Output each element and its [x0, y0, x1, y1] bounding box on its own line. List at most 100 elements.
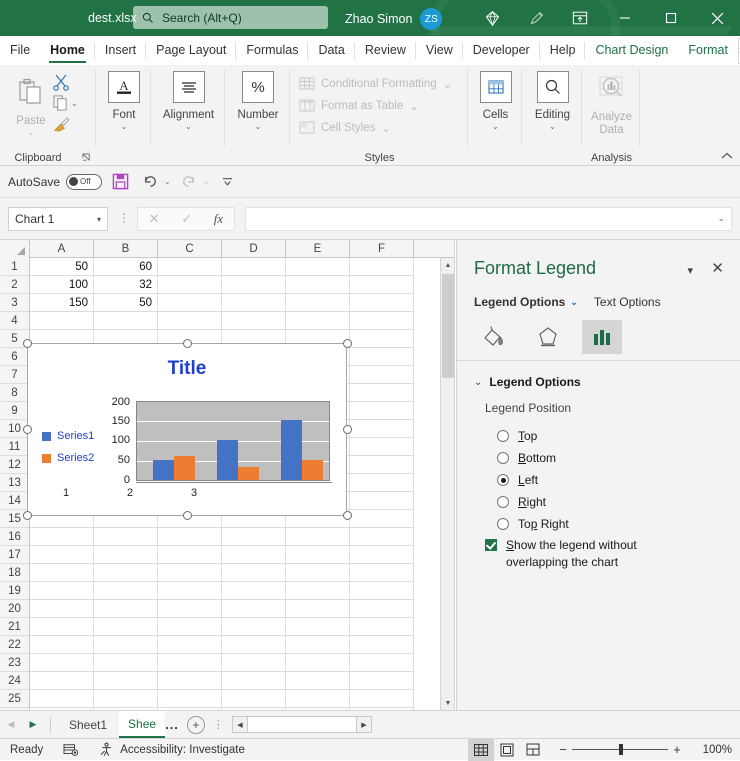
tab-format[interactable]: Format: [678, 36, 738, 65]
cell-F3[interactable]: [350, 294, 414, 312]
draw-pen-icon[interactable]: [514, 0, 558, 36]
tab-legend-options[interactable]: Legend Options ⌄: [474, 295, 578, 309]
bar-series1-cat1[interactable]: [153, 460, 174, 480]
row-header-24[interactable]: 24: [0, 672, 29, 690]
sheet-tab-overflow[interactable]: ...: [165, 717, 179, 732]
cell-B16[interactable]: [94, 528, 158, 546]
cell-A23[interactable]: [30, 654, 94, 672]
legend-options-section-header[interactable]: ⌄ Legend Options: [474, 375, 581, 389]
record-macro-button[interactable]: [53, 739, 89, 761]
tab-formulas[interactable]: Formulas: [236, 36, 309, 65]
row-header-7[interactable]: 7: [0, 366, 29, 384]
name-box[interactable]: Chart 1 ▾: [8, 207, 108, 231]
row-header-17[interactable]: 17: [0, 546, 29, 564]
column-header-c[interactable]: C: [158, 240, 222, 258]
chart-resize-handle-e[interactable]: [343, 425, 352, 434]
zoom-slider[interactable]: − +: [554, 742, 686, 757]
autosave-toggle[interactable]: Off: [66, 173, 103, 190]
maximize-button[interactable]: [648, 0, 694, 36]
radio-legend-position-left[interactable]: Left: [497, 469, 569, 491]
cell-B25[interactable]: [94, 690, 158, 708]
row-header-19[interactable]: 19: [0, 582, 29, 600]
row-header-6[interactable]: 6: [0, 348, 29, 366]
cell-C1[interactable]: [158, 258, 222, 276]
cell-D21[interactable]: [222, 618, 286, 636]
cell-F13[interactable]: [350, 474, 414, 492]
chart-object[interactable]: Title Series1 Series2 200 150 100 50 0 1…: [27, 343, 347, 516]
minimize-button[interactable]: [602, 0, 648, 36]
ribbon-display-options-icon[interactable]: [558, 0, 602, 36]
account-button[interactable]: Zhao Simon ZS: [345, 8, 443, 30]
cell-A24[interactable]: [30, 672, 94, 690]
cell-D23[interactable]: [222, 654, 286, 672]
accessibility-button[interactable]: Accessibility: Investigate: [89, 739, 255, 761]
chevron-down-icon[interactable]: ⌄: [717, 213, 725, 224]
legend-options-icon[interactable]: [582, 320, 622, 354]
chart-resize-handle-n[interactable]: [183, 339, 192, 348]
conditional-formatting-button[interactable]: Conditional Formatting ⌄: [299, 73, 452, 95]
bar-series1-cat3[interactable]: [281, 420, 302, 480]
undo-dropdown-icon[interactable]: ⌄: [164, 177, 171, 186]
cell-F10[interactable]: [350, 420, 414, 438]
row-header-13[interactable]: 13: [0, 474, 29, 492]
cell-F6[interactable]: [350, 348, 414, 366]
tab-text-options[interactable]: Text Options: [594, 295, 661, 309]
analyze-data-button[interactable]: Analyze Data: [583, 71, 640, 137]
cell-B1[interactable]: 60: [94, 258, 158, 276]
cell-C19[interactable]: [158, 582, 222, 600]
add-sheet-button[interactable]: +: [186, 715, 205, 734]
cell-F23[interactable]: [350, 654, 414, 672]
cell-B20[interactable]: [94, 600, 158, 618]
font-button[interactable]: A Font ⌄: [97, 71, 151, 131]
cancel-formula-button[interactable]: ✕: [149, 211, 160, 227]
cell-E22[interactable]: [286, 636, 350, 654]
close-button[interactable]: [694, 0, 740, 36]
cell-D19[interactable]: [222, 582, 286, 600]
column-header-b[interactable]: B: [94, 240, 158, 258]
cell-A17[interactable]: [30, 546, 94, 564]
diamond-icon[interactable]: [470, 0, 514, 36]
search-input[interactable]: Search (Alt+Q): [133, 6, 328, 29]
cell-A25[interactable]: [30, 690, 94, 708]
redo-button[interactable]: [177, 170, 201, 194]
tab-developer[interactable]: Developer: [463, 36, 540, 65]
cells-button[interactable]: Cells ⌄: [469, 71, 522, 131]
radio-legend-position-top[interactable]: Top: [497, 425, 569, 447]
editing-button[interactable]: Editing ⌄: [523, 71, 582, 131]
cell-D24[interactable]: [222, 672, 286, 690]
cell-A16[interactable]: [30, 528, 94, 546]
cell-D25[interactable]: [222, 690, 286, 708]
tab-help[interactable]: Help: [540, 36, 586, 65]
cell-A19[interactable]: [30, 582, 94, 600]
tab-review[interactable]: Review: [355, 36, 416, 65]
undo-button[interactable]: [138, 170, 162, 194]
tab-home[interactable]: Home: [40, 36, 95, 65]
format-as-table-button[interactable]: Format as Table ⌄: [299, 95, 452, 117]
cell-E2[interactable]: [286, 276, 350, 294]
radio-legend-position-bottom[interactable]: Bottom: [497, 447, 569, 469]
page-layout-icon[interactable]: [494, 739, 520, 761]
tab-view[interactable]: View: [416, 36, 463, 65]
row-header-3[interactable]: 3: [0, 294, 29, 312]
row-header-11[interactable]: 11: [0, 438, 29, 456]
customize-quick-access-toolbar-button[interactable]: [215, 170, 239, 194]
formula-input[interactable]: ⌄: [245, 207, 732, 231]
pane-dropdown-button[interactable]: ▾: [687, 264, 693, 277]
cell-A4[interactable]: [30, 312, 94, 330]
tab-insert[interactable]: Insert: [95, 36, 147, 65]
scroll-up-button[interactable]: ▲: [441, 258, 454, 272]
cell-A2[interactable]: 100: [30, 276, 94, 294]
cell-F21[interactable]: [350, 618, 414, 636]
cell-F5[interactable]: [350, 330, 414, 348]
column-header-e[interactable]: E: [286, 240, 350, 258]
cell-D18[interactable]: [222, 564, 286, 582]
bar-series2-cat2[interactable]: [238, 467, 259, 480]
cell-B4[interactable]: [94, 312, 158, 330]
row-header-21[interactable]: 21: [0, 618, 29, 636]
cell-F14[interactable]: [350, 492, 414, 510]
cell-F1[interactable]: [350, 258, 414, 276]
cell-C17[interactable]: [158, 546, 222, 564]
cell-B17[interactable]: [94, 546, 158, 564]
normal-view-icon[interactable]: [468, 738, 494, 761]
cell-F2[interactable]: [350, 276, 414, 294]
